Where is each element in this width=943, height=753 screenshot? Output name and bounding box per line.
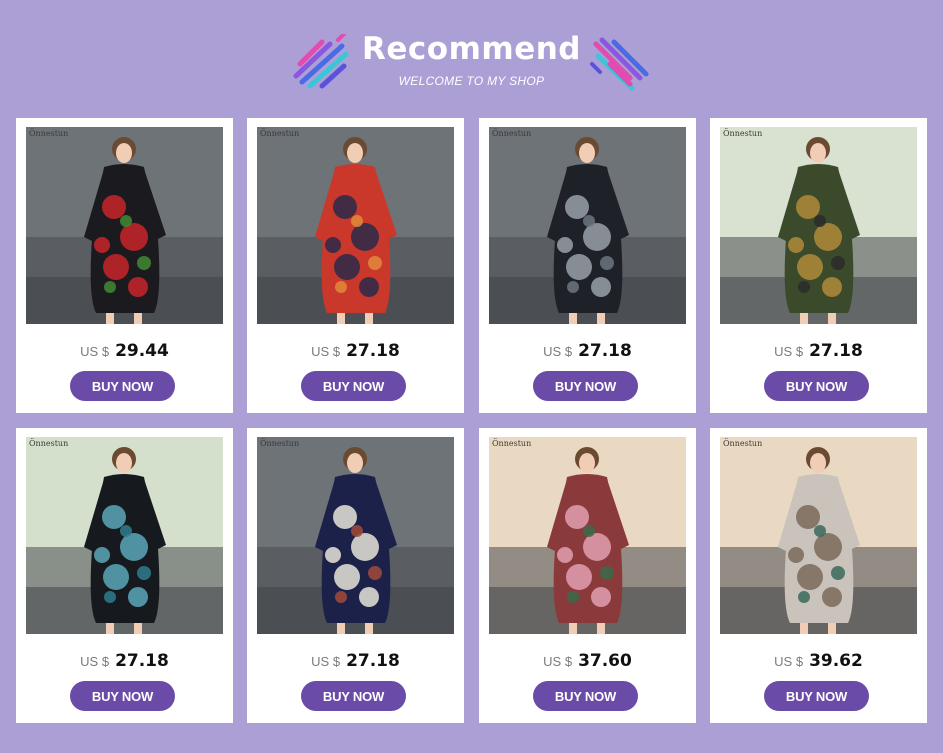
product-image[interactable]: Önnestun <box>257 127 454 324</box>
product-grid: Önnestun US $ 29.44 BUY NOW Önnestun US $ 27.1… <box>0 0 943 753</box>
brand-watermark: Önnestun <box>723 439 763 448</box>
product-image[interactable]: Önnestun <box>489 437 686 634</box>
buy-now-button[interactable]: BUY NOW <box>764 371 869 401</box>
product-image[interactable]: Önnestun <box>489 127 686 324</box>
buy-now-button[interactable]: BUY NOW <box>70 681 175 711</box>
currency-label: US $ <box>774 654 804 669</box>
buy-now-button[interactable]: BUY NOW <box>301 371 406 401</box>
price-value: 27.18 <box>346 341 400 361</box>
dress-photo <box>720 127 917 324</box>
product-card[interactable]: Önnestun US $ 27.18 BUY NOW <box>247 118 464 413</box>
dress-photo <box>26 127 223 324</box>
price-row: US $ 39.62 <box>710 651 927 671</box>
brand-watermark: Önnestun <box>260 129 300 138</box>
currency-label: US $ <box>311 344 341 359</box>
product-image[interactable]: Önnestun <box>720 437 917 634</box>
currency-label: US $ <box>80 654 110 669</box>
product-card[interactable]: Önnestun US $ 27.18 BUY NOW <box>710 118 927 413</box>
currency-label: US $ <box>543 344 573 359</box>
price-row: US $ 27.18 <box>710 341 927 361</box>
brand-watermark: Önnestun <box>29 439 69 448</box>
buy-now-button[interactable]: BUY NOW <box>70 371 175 401</box>
buy-now-button[interactable]: BUY NOW <box>533 681 638 711</box>
price-value: 27.18 <box>809 341 863 361</box>
product-image[interactable]: Önnestun <box>26 437 223 634</box>
price-value: 37.60 <box>578 651 632 671</box>
currency-label: US $ <box>311 654 341 669</box>
product-image[interactable]: Önnestun <box>257 437 454 634</box>
price-value: 39.62 <box>809 651 863 671</box>
dress-photo <box>720 437 917 634</box>
product-card[interactable]: Önnestun US $ 37.60 BUY NOW <box>479 428 696 723</box>
brand-watermark: Önnestun <box>492 439 532 448</box>
price-row: US $ 29.44 <box>16 341 233 361</box>
buy-now-button[interactable]: BUY NOW <box>764 681 869 711</box>
dress-photo <box>26 437 223 634</box>
price-value: 27.18 <box>346 651 400 671</box>
price-row: US $ 27.18 <box>247 651 464 671</box>
price-row: US $ 27.18 <box>247 341 464 361</box>
dress-photo <box>257 127 454 324</box>
product-card[interactable]: Önnestun US $ 39.62 BUY NOW <box>710 428 927 723</box>
price-value: 29.44 <box>115 341 169 361</box>
price-row: US $ 37.60 <box>479 651 696 671</box>
price-value: 27.18 <box>578 341 632 361</box>
price-value: 27.18 <box>115 651 169 671</box>
currency-label: US $ <box>774 344 804 359</box>
currency-label: US $ <box>80 344 110 359</box>
brand-watermark: Önnestun <box>723 129 763 138</box>
price-row: US $ 27.18 <box>479 341 696 361</box>
dress-photo <box>489 127 686 324</box>
brand-watermark: Önnestun <box>492 129 532 138</box>
product-card[interactable]: Önnestun US $ 27.18 BUY NOW <box>479 118 696 413</box>
product-image[interactable]: Önnestun <box>26 127 223 324</box>
product-card[interactable]: Önnestun US $ 27.18 BUY NOW <box>16 428 233 723</box>
dress-photo <box>257 437 454 634</box>
brand-watermark: Önnestun <box>260 439 300 448</box>
currency-label: US $ <box>543 654 573 669</box>
price-row: US $ 27.18 <box>16 651 233 671</box>
buy-now-button[interactable]: BUY NOW <box>301 681 406 711</box>
product-image[interactable]: Önnestun <box>720 127 917 324</box>
dress-photo <box>489 437 686 634</box>
product-card[interactable]: Önnestun US $ 29.44 BUY NOW <box>16 118 233 413</box>
buy-now-button[interactable]: BUY NOW <box>533 371 638 401</box>
brand-watermark: Önnestun <box>29 129 69 138</box>
product-card[interactable]: Önnestun US $ 27.18 BUY NOW <box>247 428 464 723</box>
